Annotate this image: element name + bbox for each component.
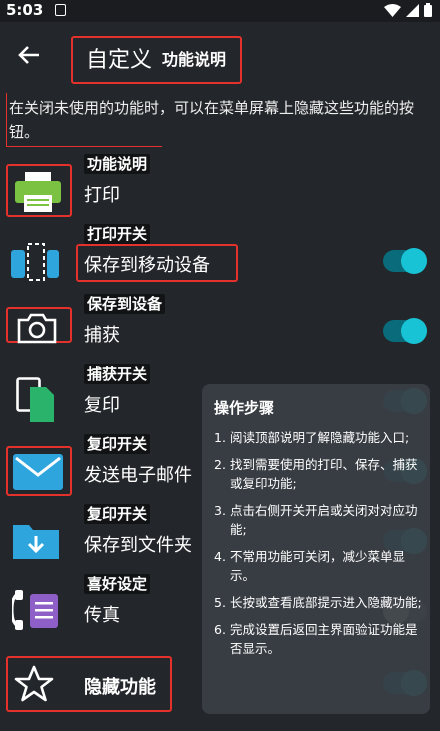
notification-icon bbox=[55, 4, 66, 16]
item-label: 保存到移动设备 bbox=[84, 255, 210, 276]
back-arrow-icon[interactable] bbox=[18, 44, 40, 70]
signal-icon bbox=[406, 3, 419, 17]
step-item: 3. 点击右侧开关开启或关闭对对应功能; bbox=[214, 503, 418, 537]
item-tag: 保存到设备 bbox=[84, 294, 166, 314]
info-text: 在关闭未使用的功能时，可以在菜单屏幕上隐藏这些功能的按钮。 bbox=[9, 99, 415, 141]
item-label: 保存到文件夹 bbox=[84, 535, 192, 556]
printer-icon bbox=[12, 170, 64, 214]
wifi-icon bbox=[384, 3, 401, 17]
steps-title: 操作步骤 bbox=[214, 399, 275, 417]
step-item: 5. 长按或查看底部提示进入隐藏功能; bbox=[214, 595, 422, 610]
save-to-device-icon bbox=[10, 240, 62, 284]
item-tag: 喜好设定 bbox=[84, 574, 151, 594]
step-item: 1. 阅读顶部说明了解隐藏功能入口; bbox=[214, 430, 410, 445]
mail-icon bbox=[11, 452, 65, 492]
page-subtitle: 功能说明 bbox=[162, 50, 227, 69]
item-label: 传真 bbox=[84, 605, 120, 626]
item-label: 复印 bbox=[84, 395, 120, 416]
item-label: 发送电子邮件 bbox=[84, 465, 192, 486]
folder-icon bbox=[10, 518, 62, 562]
item-label: 捕获 bbox=[84, 325, 120, 346]
item-label: 打印 bbox=[84, 185, 120, 206]
item-tag: 捕获开关 bbox=[84, 364, 151, 384]
toggle-capture[interactable] bbox=[383, 318, 427, 344]
page-title: 自定义 bbox=[86, 48, 153, 73]
step-item: 4. 不常用功能可关闭，减少菜单显示。 bbox=[214, 549, 406, 583]
step-item: 2. 找到需要使用的打印、保存、捕获或复印功能; bbox=[214, 457, 418, 491]
item-tag: 打印开关 bbox=[84, 224, 151, 244]
camera-icon bbox=[10, 308, 64, 348]
item-tag: 复印开关 bbox=[84, 504, 151, 524]
status-time: 5:03 bbox=[6, 1, 44, 19]
status-bar: 5:03 bbox=[0, 0, 440, 22]
star-icon bbox=[12, 662, 56, 706]
battery-icon bbox=[424, 3, 432, 17]
steps-list: 1. 阅读顶部说明了解隐藏功能入口; 2. 找到需要使用的打印、保存、捕获或复印功能… bbox=[214, 428, 426, 666]
item-tag: 功能说明 bbox=[84, 154, 151, 174]
step-item: 6. 完成设置后返回主界面验证功能是否显示。 bbox=[214, 622, 418, 656]
item-tag: 复印开关 bbox=[84, 434, 151, 454]
copy-icon bbox=[10, 375, 62, 425]
toggle-save-mobile[interactable] bbox=[383, 248, 427, 274]
fax-icon bbox=[10, 586, 62, 634]
item-label: 隐藏功能 bbox=[84, 677, 156, 698]
status-icons bbox=[384, 3, 432, 17]
